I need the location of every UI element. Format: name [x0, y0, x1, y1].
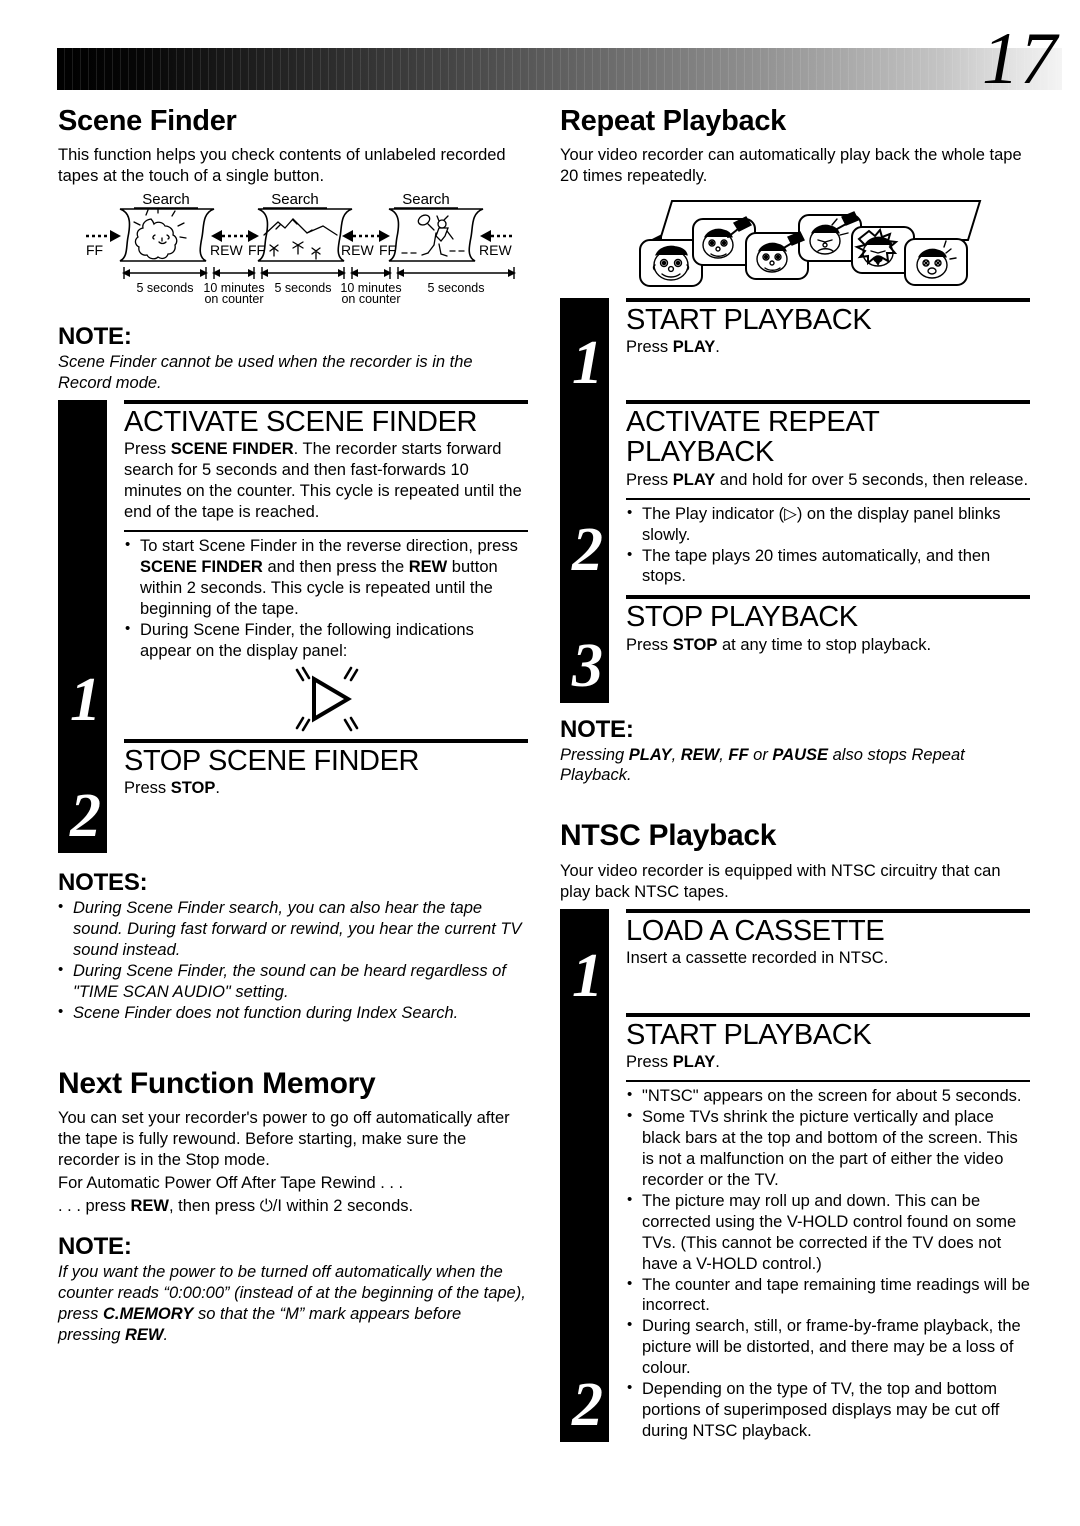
- transport-label: REW: [479, 242, 512, 258]
- ntsc-playback-title: NTSC Playback: [560, 819, 777, 853]
- bullet-item: The counter and tape remaining time read…: [626, 1274, 1030, 1317]
- scene-finder-note-heading: NOTE:: [58, 323, 132, 351]
- scale-label: 5 seconds: [428, 281, 485, 295]
- bullet-item: To start Scene Finder in the reverse dir…: [124, 535, 528, 620]
- step-text: Press PLAY and hold for over 5 seconds, …: [626, 470, 1029, 489]
- nfm-note-text: If you want the power to be turned off a…: [58, 1262, 526, 1344]
- repeat-playback-title: Repeat Playback: [560, 105, 787, 137]
- bullet-item: Some TVs shrink the picture vertically a…: [626, 1106, 1030, 1191]
- transport-label: FF: [86, 242, 103, 258]
- scene-finder-steps: 1 2 ACTIVATE SCENE FINDER Press SCENE FI…: [58, 400, 528, 854]
- bullet-item: "NTSC" appears on the screen for about 5…: [626, 1085, 1030, 1107]
- bullet-item: During Scene Finder, the following indic…: [124, 619, 528, 662]
- bullet-item: Scene Finder does not function during In…: [58, 1002, 528, 1024]
- step-bullet-list: To start Scene Finder in the reverse dir…: [124, 535, 528, 662]
- step-number: 1: [572, 941, 603, 1010]
- step-spacer: [626, 358, 1030, 400]
- transport-label: REW: [210, 242, 243, 258]
- gradient-header-bar: [57, 48, 1062, 90]
- step-activate-scene-finder: ACTIVATE SCENE FINDER Press SCENE FINDER…: [124, 400, 528, 737]
- nfm-note-heading: NOTE:: [58, 1232, 132, 1260]
- next-function-memory-title: Next Function Memory: [58, 1066, 376, 1100]
- page-number: 17: [982, 18, 1058, 100]
- bullet-item: During Scene Finder search, you can also…: [58, 897, 528, 961]
- repeat-playback-note-heading: NOTE:: [560, 715, 634, 743]
- step-rule: [626, 400, 1030, 405]
- step-number: 3: [572, 632, 603, 701]
- step-number: 2: [572, 516, 603, 585]
- scale-label: 5 seconds: [137, 281, 194, 295]
- step-stop-scene-finder: STOP SCENE FINDER Press STOP.: [124, 738, 528, 853]
- bullet-item: During search, still, or frame-by-frame …: [626, 1315, 1030, 1379]
- step-title: STOP SCENE FINDER: [124, 744, 420, 777]
- step-text: Press STOP at any time to stop playback.: [626, 635, 932, 654]
- step-text: Insert a cassette recorded in NTSC.: [626, 948, 889, 967]
- repeating-tape-frames-icon: [560, 195, 1030, 292]
- step-rule: [626, 595, 1030, 600]
- step-spacer: [626, 969, 1030, 1013]
- bullet-item: The picture may roll up and down. This c…: [626, 1190, 1030, 1275]
- right-column: Repeat Playback Your video recorder can …: [560, 100, 1030, 1442]
- repeat-playback-steps: 1 2 3 START PLAYBACK Press PLAY. ACTIVAT…: [560, 298, 1030, 704]
- search-label: Search: [142, 191, 190, 208]
- step-title: LOAD A CASSETTE: [626, 914, 885, 947]
- step-title: START PLAYBACK: [626, 304, 872, 337]
- step-start-playback: START PLAYBACK Press PLAY.: [626, 298, 1030, 400]
- repeat-playback-intro: Your video recorder can automatically pl…: [560, 146, 1022, 186]
- step-text: Press PLAY.: [626, 338, 720, 357]
- step-rule: [626, 908, 1030, 913]
- scene-finder-notes-list: During Scene Finder search, you can also…: [58, 897, 528, 1024]
- step-rule: [626, 298, 1030, 303]
- step-text: Press PLAY.: [626, 1052, 720, 1071]
- scene-finder-notes-heading: NOTES:: [58, 868, 148, 896]
- nfm-paragraph-2: For Automatic Power Off After Tape Rewin…: [58, 1173, 404, 1192]
- step-text: Press SCENE FINDER. The recorder starts …: [124, 440, 522, 522]
- step-number: 2: [70, 782, 101, 851]
- blinking-play-triangle-icon: [124, 666, 528, 737]
- left-column: Scene Finder This function helps you che…: [58, 100, 528, 1346]
- step-text: Press STOP.: [124, 778, 220, 797]
- step-spacer: [626, 656, 1030, 704]
- nfm-instruction: . . . press REW, then press ⏻/I within 2…: [58, 1196, 414, 1215]
- repeat-playback-note-text: Pressing PLAY, REW, FF or PAUSE also sto…: [560, 745, 965, 785]
- search-label: Search: [402, 191, 450, 208]
- scene-finder-intro: This function helps you check contents o…: [58, 146, 506, 186]
- step-spacer: [124, 799, 528, 853]
- bullet-item: The tape plays 20 times automatically, a…: [626, 545, 1030, 588]
- step-divider: [626, 497, 1030, 500]
- bullet-item: The Play indicator (▷) on the display pa…: [626, 503, 1030, 546]
- scene-finder-note-text: Scene Finder cannot be used when the rec…: [58, 353, 473, 393]
- nfm-paragraph-1: You can set your recorder's power to go …: [58, 1109, 510, 1169]
- bullet-item: Depending on the type of TV, the top and…: [626, 1378, 1030, 1442]
- step-number: 2: [572, 1370, 603, 1439]
- step-divider: [124, 530, 528, 533]
- step-rule: [124, 400, 528, 405]
- step-title: START PLAYBACK: [626, 1018, 872, 1051]
- scale-label: 5 seconds: [275, 281, 332, 295]
- step-title: STOP PLAYBACK: [626, 601, 858, 634]
- step-start-playback-ntsc: START PLAYBACK Press PLAY. "NTSC" appear…: [626, 1012, 1030, 1442]
- step-title: ACTIVATE REPEAT PLAYBACK: [626, 406, 879, 469]
- step-load-a-cassette: LOAD A CASSETTE Insert a cassette record…: [626, 908, 1030, 1013]
- scene-finder-diagram: Search Search Search FF REW FF REW FF RE…: [58, 189, 528, 309]
- scene-finder-title: Scene Finder: [58, 105, 237, 137]
- step-rule: [124, 738, 528, 743]
- step-number: 1: [70, 666, 101, 735]
- bullet-item: During Scene Finder, the sound can be he…: [58, 960, 528, 1003]
- transport-label: REW: [341, 242, 374, 258]
- step-divider: [626, 1079, 1030, 1082]
- scale-label: on counter: [341, 292, 400, 304]
- ntsc-playback-intro: Your video recorder is equipped with NTS…: [560, 861, 1001, 901]
- page-header: 17: [0, 0, 1080, 100]
- search-label: Search: [271, 191, 319, 208]
- step-rule: [626, 1012, 1030, 1017]
- step-bullet-list: "NTSC" appears on the screen for about 5…: [626, 1085, 1030, 1442]
- step-title: ACTIVATE SCENE FINDER: [124, 406, 478, 439]
- step-activate-repeat-playback: ACTIVATE REPEAT PLAYBACK Press PLAY and …: [626, 400, 1030, 587]
- step-number: 1: [572, 329, 603, 398]
- step-stop-playback: STOP PLAYBACK Press STOP at any time to …: [626, 595, 1030, 703]
- step-bullet-list: The Play indicator (▷) on the display pa…: [626, 503, 1030, 588]
- scale-label: on counter: [204, 292, 263, 304]
- ntsc-playback-steps: 1 2 LOAD A CASSETTE Insert a cassette re…: [560, 908, 1030, 1442]
